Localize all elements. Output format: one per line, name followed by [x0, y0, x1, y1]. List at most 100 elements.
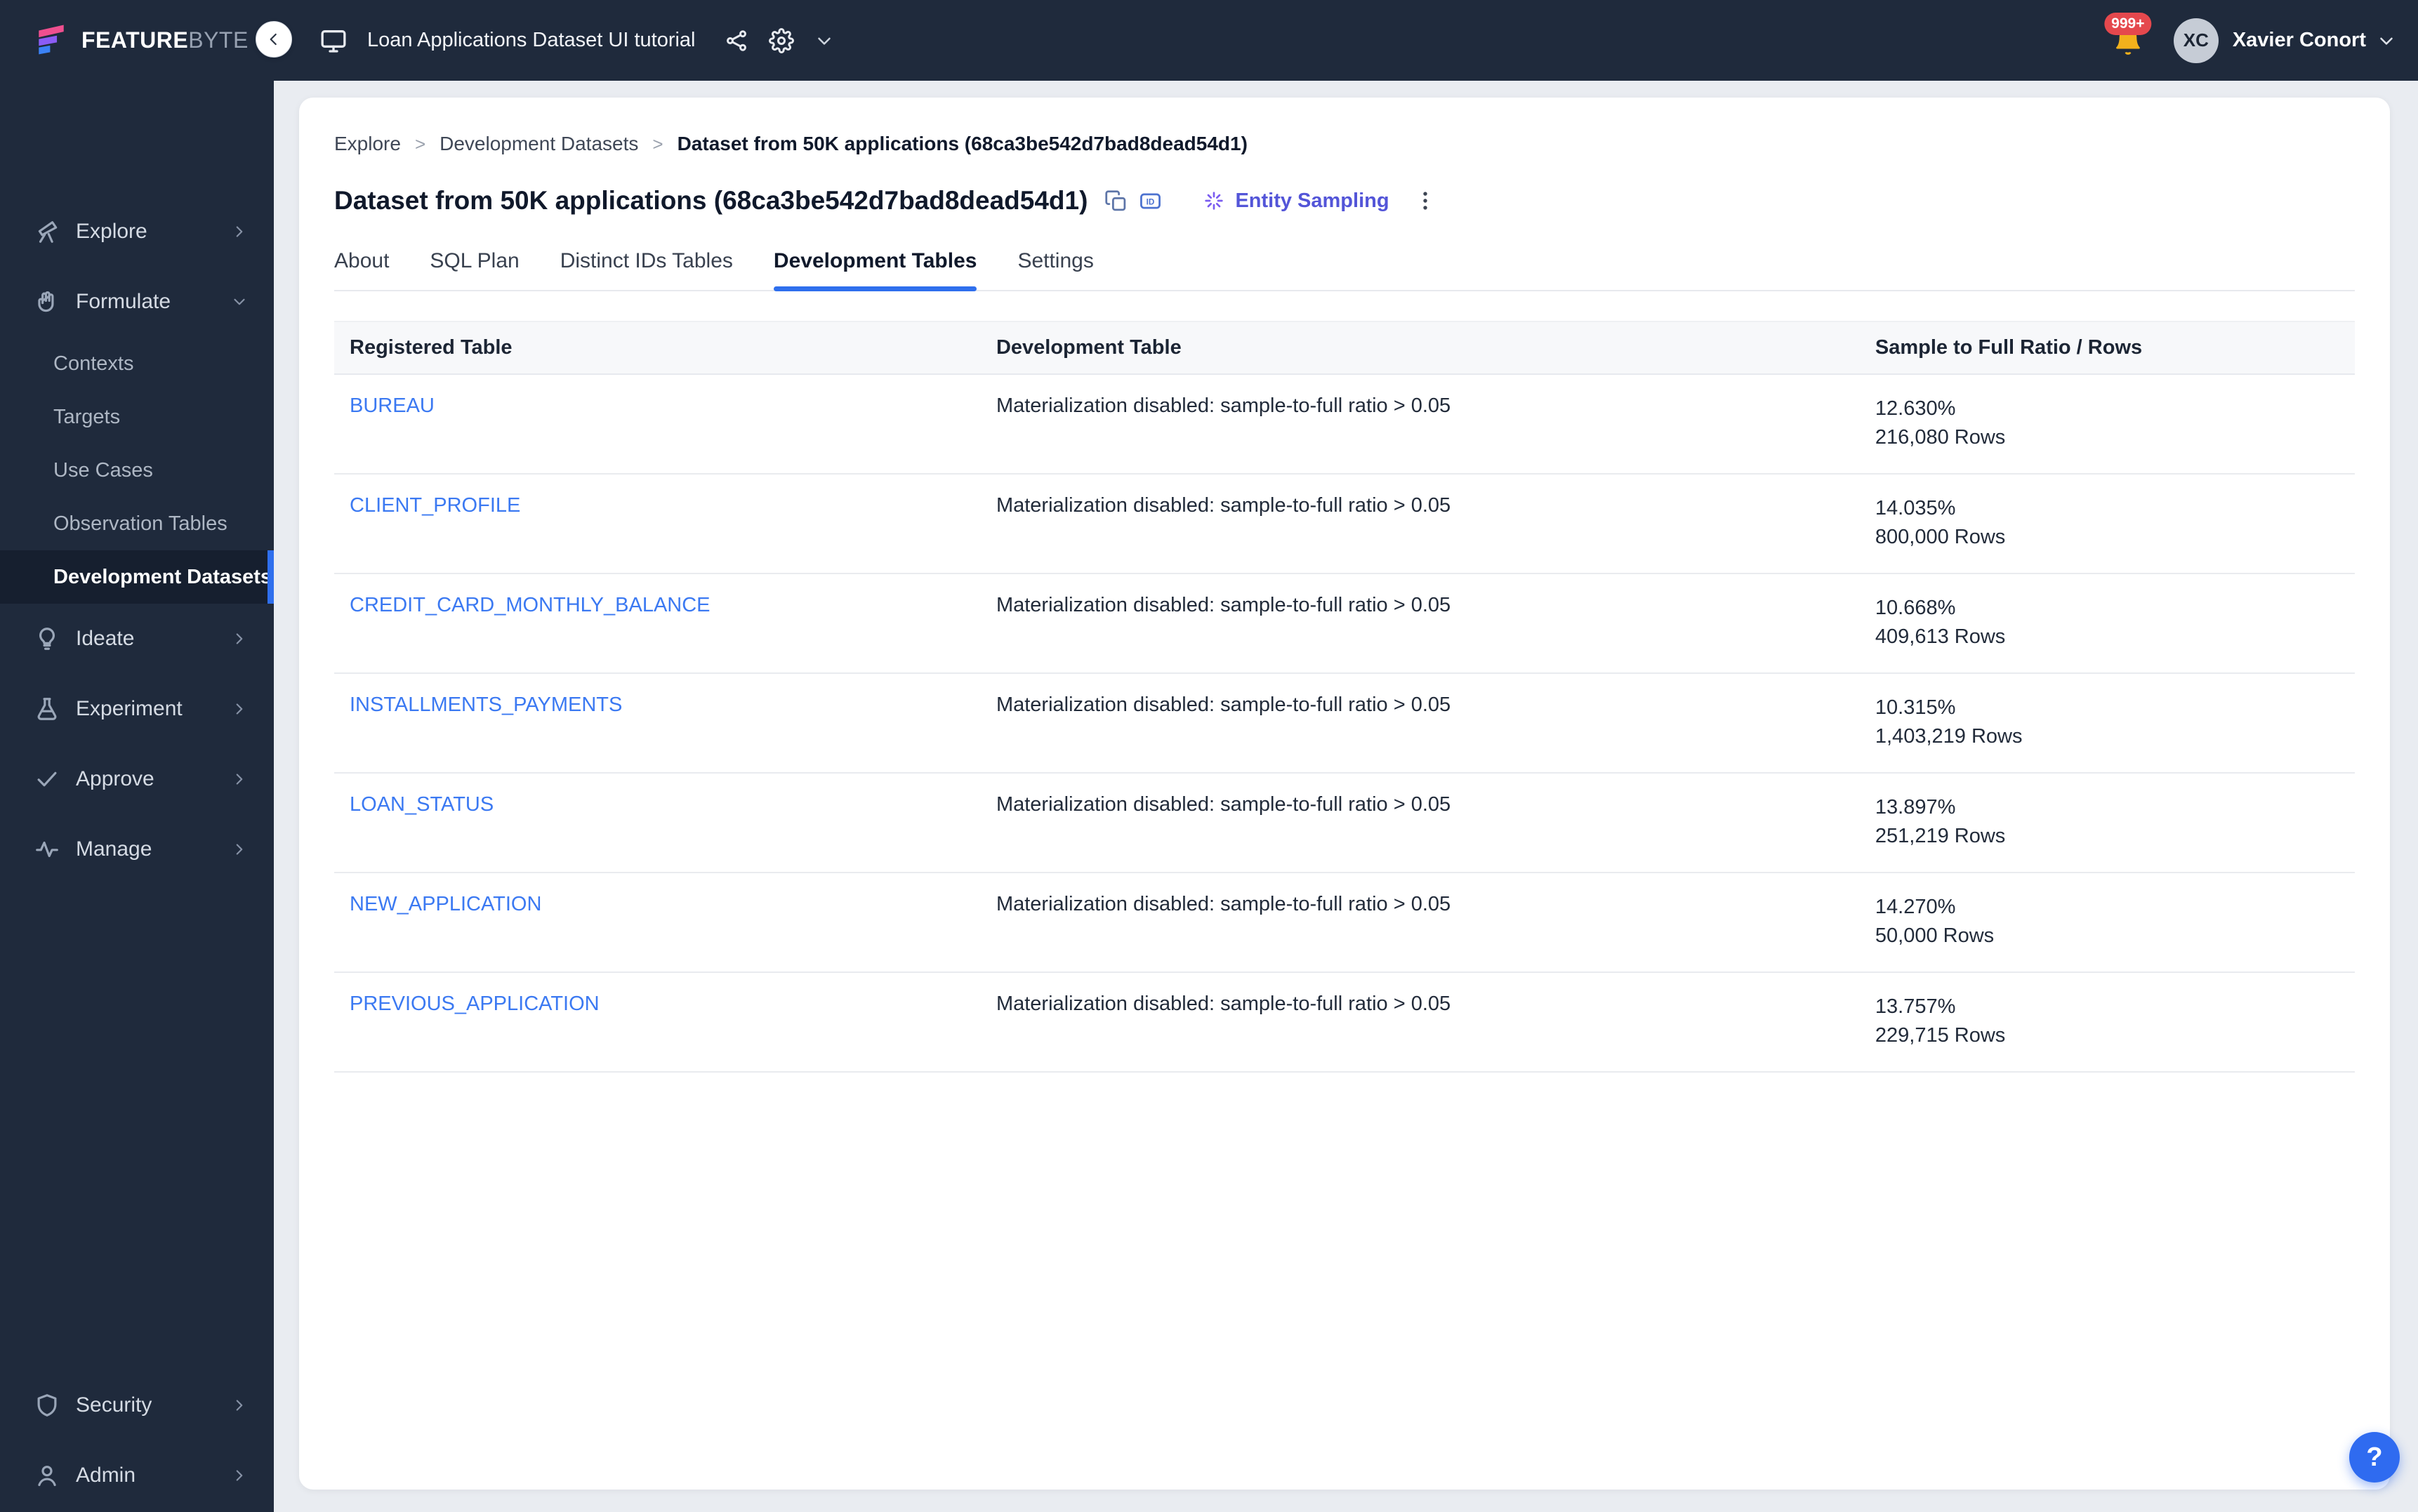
catalog-switcher[interactable]: Loan Applications Dataset UI tutorial: [319, 0, 835, 81]
row-count: 50,000 Rows: [1875, 922, 2339, 950]
sidebar-item-label: Security: [76, 1393, 152, 1417]
avatar[interactable]: XC: [2174, 18, 2219, 63]
table-row: BUREAU Materialization disabled: sample-…: [334, 374, 2355, 474]
breadcrumb-item-explore[interactable]: Explore: [334, 133, 401, 155]
sidebar-item-development-datasets[interactable]: Development Datasets: [0, 550, 274, 604]
tab-sql-plan[interactable]: SQL Plan: [430, 249, 519, 290]
more-options-icon[interactable]: [1413, 189, 1437, 213]
user-name[interactable]: Xavier Conort: [2233, 29, 2366, 52]
tab-about[interactable]: About: [334, 249, 389, 290]
breadcrumb-item-current: Dataset from 50K applications (68ca3be54…: [678, 133, 1248, 155]
chevron-down-icon[interactable]: [814, 30, 835, 51]
row-count: 1,403,219 Rows: [1875, 722, 2339, 751]
development-table-status: Materialization disabled: sample-to-full…: [996, 993, 1451, 1015]
page-title: Dataset from 50K applications (68ca3be54…: [334, 186, 1088, 215]
entity-sampling-label: Entity Sampling: [1235, 190, 1389, 213]
column-header-development-table: Development Table: [981, 321, 1860, 374]
column-header-sample-ratio: Sample to Full Ratio / Rows: [1860, 321, 2355, 374]
sidebar-nav: Explore Formulate Contexts Targets Use C…: [0, 197, 274, 884]
shield-icon: [34, 1392, 60, 1419]
chevron-right-icon: [230, 770, 249, 788]
user-menu-chevron-icon[interactable]: [2376, 30, 2397, 51]
sidebar-item-formulate[interactable]: Formulate: [0, 267, 274, 337]
row-count: 229,715 Rows: [1875, 1021, 2339, 1050]
explore-icon: [34, 218, 60, 245]
registered-table-link[interactable]: PREVIOUS_APPLICATION: [350, 993, 600, 1015]
brand-logo[interactable]: FEATUREBYTE: [0, 0, 274, 81]
breadcrumb-item-development-datasets[interactable]: Development Datasets: [440, 133, 638, 155]
sidebar-item-label: Admin: [76, 1464, 136, 1487]
sidebar-subitem-label: Contexts: [53, 352, 133, 376]
row-count: 409,613 Rows: [1875, 623, 2339, 651]
sidebar-item-ideate[interactable]: Ideate: [0, 604, 274, 674]
help-button[interactable]: ?: [2349, 1432, 2400, 1483]
sidebar-item-label: Formulate: [76, 290, 171, 314]
registered-table-link[interactable]: LOAN_STATUS: [350, 793, 494, 816]
column-header-registered-table: Registered Table: [334, 321, 981, 374]
title-row: Dataset from 50K applications (68ca3be54…: [334, 186, 2355, 215]
sidebar-item-contexts[interactable]: Contexts: [0, 337, 274, 390]
sidebar-item-use-cases[interactable]: Use Cases: [0, 444, 274, 497]
title-actions: ID: [1104, 190, 1162, 213]
chevron-left-icon: [265, 30, 283, 48]
table-row: INSTALLMENTS_PAYMENTS Materialization di…: [334, 673, 2355, 773]
table-row: PREVIOUS_APPLICATION Materialization dis…: [334, 972, 2355, 1072]
notifications-button[interactable]: 999+: [2101, 0, 2155, 81]
brand-name: FEATUREBYTE: [81, 27, 249, 53]
sparkle-icon: [1203, 190, 1225, 212]
id-badge-icon[interactable]: ID: [1139, 190, 1162, 213]
sidebar-item-label: Experiment: [76, 697, 183, 721]
sidebar-item-security[interactable]: Security: [0, 1370, 274, 1440]
breadcrumb: Explore > Development Datasets > Dataset…: [334, 133, 2355, 155]
entity-sampling-link[interactable]: Entity Sampling: [1203, 190, 1389, 213]
tab-distinct-ids-tables[interactable]: Distinct IDs Tables: [560, 249, 733, 290]
registered-table-link[interactable]: BUREAU: [350, 394, 435, 417]
table-row: CREDIT_CARD_MONTHLY_BALANCE Materializat…: [334, 573, 2355, 673]
gear-icon[interactable]: [769, 28, 794, 53]
featurebyte-logo-icon: [31, 20, 72, 61]
user-icon: [34, 1462, 60, 1489]
sidebar-item-experiment[interactable]: Experiment: [0, 674, 274, 744]
breadcrumb-separator: >: [415, 133, 425, 155]
table-header-row: Registered Table Development Table Sampl…: [334, 321, 2355, 374]
tab-development-tables[interactable]: Development Tables: [774, 249, 977, 290]
table-row: NEW_APPLICATION Materialization disabled…: [334, 873, 2355, 972]
sidebar-collapse-button[interactable]: [256, 21, 292, 58]
chevron-down-icon: [230, 293, 249, 311]
tab-settings[interactable]: Settings: [1017, 249, 1093, 290]
main-content: Explore > Development Datasets > Dataset…: [274, 81, 2418, 1512]
registered-table-link[interactable]: CREDIT_CARD_MONTHLY_BALANCE: [350, 594, 711, 616]
development-table-status: Materialization disabled: sample-to-full…: [996, 494, 1451, 517]
sidebar-bottom-nav: Security Admin: [0, 1370, 274, 1512]
tab-bar: About SQL Plan Distinct IDs Tables Devel…: [334, 249, 2355, 291]
notification-badge: 999+: [2104, 13, 2151, 35]
sample-ratio: 14.035%: [1875, 494, 2339, 523]
sidebar-item-observation-tables[interactable]: Observation Tables: [0, 497, 274, 550]
checkmark-icon: [34, 766, 60, 793]
sidebar-item-manage[interactable]: Manage: [0, 814, 274, 884]
chevron-right-icon: [230, 1466, 249, 1485]
sidebar-item-targets[interactable]: Targets: [0, 390, 274, 444]
catalog-label[interactable]: Loan Applications Dataset UI tutorial: [367, 29, 696, 52]
chevron-right-icon: [230, 630, 249, 648]
copy-icon[interactable]: [1104, 190, 1128, 213]
topbar: Loan Applications Dataset UI tutorial 99…: [0, 0, 2418, 81]
sidebar-item-approve[interactable]: Approve: [0, 744, 274, 814]
registered-table-link[interactable]: CLIENT_PROFILE: [350, 494, 520, 517]
sidebar-item-explore[interactable]: Explore: [0, 197, 274, 267]
chevron-right-icon: [230, 223, 249, 241]
flask-icon: [34, 696, 60, 722]
row-count: 800,000 Rows: [1875, 523, 2339, 552]
sample-ratio: 14.270%: [1875, 893, 2339, 922]
sidebar-item-label: Explore: [76, 220, 147, 244]
development-table-status: Materialization disabled: sample-to-full…: [996, 594, 1451, 616]
development-table-status: Materialization disabled: sample-to-full…: [996, 893, 1451, 915]
share-icon[interactable]: [724, 28, 749, 53]
development-tables-table: Registered Table Development Table Sampl…: [334, 321, 2355, 1073]
svg-text:ID: ID: [1147, 197, 1155, 206]
registered-table-link[interactable]: INSTALLMENTS_PAYMENTS: [350, 694, 622, 716]
pulse-icon: [34, 836, 60, 863]
registered-table-link[interactable]: NEW_APPLICATION: [350, 893, 541, 915]
sidebar-subitem-label: Development Datasets: [53, 566, 272, 589]
sidebar-item-admin[interactable]: Admin: [0, 1440, 274, 1511]
